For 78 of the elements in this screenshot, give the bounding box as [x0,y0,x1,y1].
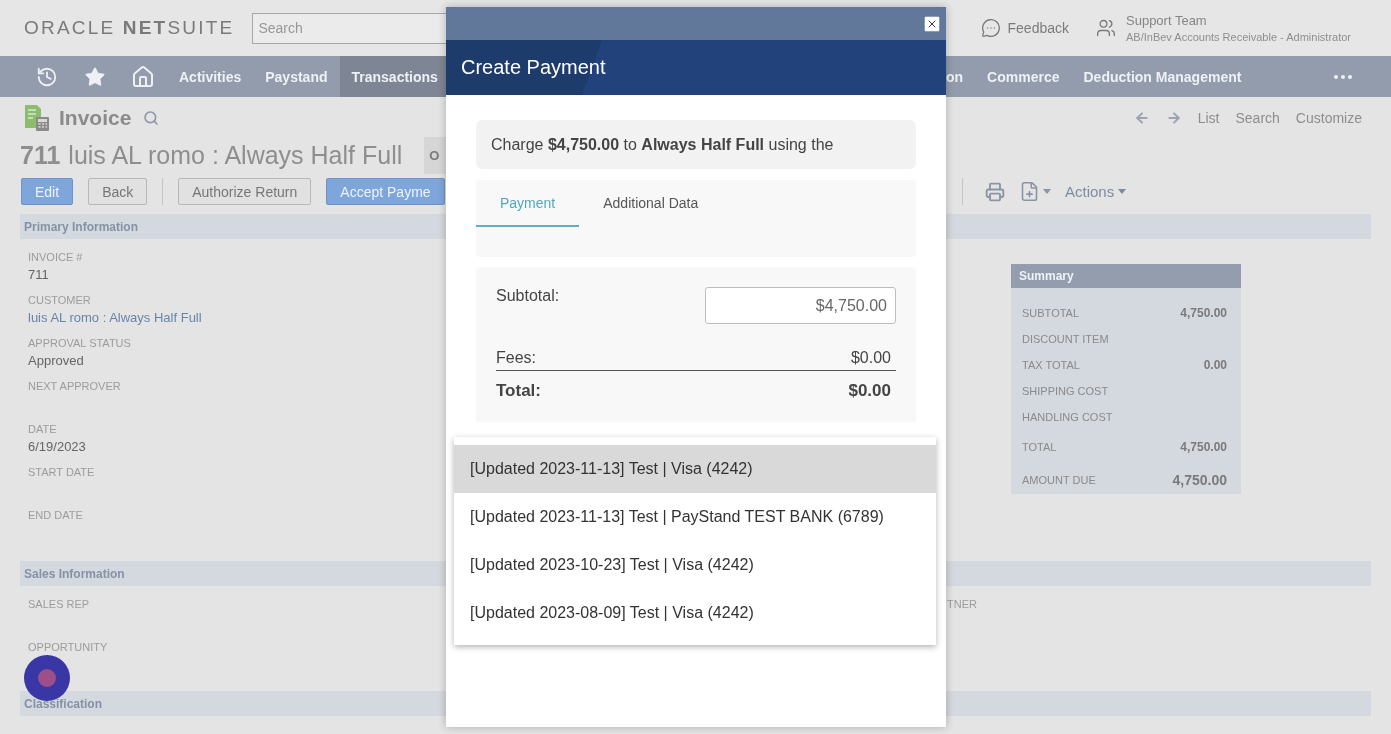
new-document-button[interactable] [1019,181,1051,202]
fees-value: $0.00 [850,348,891,368]
menu-option[interactable]: [Updated 2023-08-09] Test | Visa (4242) [454,589,936,637]
field-value: Approved [28,352,84,370]
field-label: NEXT APPROVER [28,379,121,393]
caret-icon [1043,189,1051,194]
field-value: 711 [28,266,49,284]
chat-button[interactable] [24,655,70,701]
record-number: 711 [20,141,61,170]
fees-label: Fees: [496,348,536,368]
document-plus-icon [1019,181,1040,202]
speech-bubble-icon [980,18,1001,38]
field-label: SALES REP [28,597,90,611]
summary-value: 0.00 [1203,358,1227,372]
toolbar-button[interactable]: Accept Payme [326,178,445,205]
nav-item[interactable]: Paystand [253,56,340,97]
home-icon [131,64,155,89]
summary-label: SHIPPING COST [1022,385,1109,397]
history-icon [36,65,58,88]
toolbar-button[interactable]: Back [88,178,148,205]
summary-value: 4,750.00 [1172,472,1227,488]
nav-item[interactable]: Deduction Management [1071,56,1254,97]
close-button[interactable] [924,15,940,32]
field-value: 6/19/2023 [28,438,86,456]
summary-label: TOTAL [1022,441,1057,453]
actions-menu-button[interactable]: Actions [1065,183,1127,200]
field-label: INVOICE # [28,250,83,264]
page-link[interactable]: List [1197,110,1220,126]
field-link[interactable]: luis AL romo : Always Half Full [28,309,202,327]
toolbar-button[interactable]: Edit [21,178,74,205]
dialog-title: Create Payment [446,40,946,95]
search-button[interactable] [143,110,160,126]
record-type-title: Invoice [59,106,132,130]
nav-item[interactable]: Commerce [975,56,1072,97]
summary-label: AMOUNT DUE [1022,474,1096,486]
summary-label: HANDLING COST [1022,411,1113,423]
charge-summary: Charge $4,750.00 to Always Half Full using the [476,120,916,169]
caret-icon [1118,189,1127,194]
total-value: $0.00 [848,381,891,401]
subtotal-input[interactable]: $4,750.00 [705,287,896,324]
user-name: Support Team [1126,13,1208,28]
page-link[interactable]: Customize [1295,110,1362,126]
next-button[interactable] [1165,110,1182,126]
invoice-document-icon [24,104,50,132]
previous-button[interactable] [1133,110,1150,126]
tab[interactable]: Payment [476,180,580,227]
more-icon [1334,74,1352,79]
search-icon [143,110,160,126]
feedback-link[interactable]: Feedback [980,18,1069,38]
field-label: START DATE [28,465,95,479]
summary-value: 4,750.00 [1180,306,1227,320]
menu-option[interactable]: [Updated 2023-11-13] Test | PayStand TEST BANK (6789) [454,493,936,541]
summary-value: 4,750.00 [1180,440,1227,454]
dot-icon [38,669,56,687]
users-icon [1096,18,1116,38]
field-label: OPPORTUNITY [28,640,108,654]
field-label: CUSTOMER [28,293,91,307]
subtotal-label: Subtotal: [496,287,560,305]
logo: ORACLE NETSUITE [24,17,235,39]
menu-option[interactable]: [Updated 2023-11-13] Test | Visa (4242) [454,445,936,493]
print-button[interactable] [985,181,1005,202]
summary-label: DISCOUNT ITEM [1022,333,1109,345]
menu-option[interactable]: [Updated 2023-10-23] Test | Visa (4242) [454,541,936,589]
summary-label: SUBTOTAL [1022,307,1080,319]
record-name: luis AL romo : Always Half Full [68,141,403,170]
summary-header: Summary [1011,264,1241,288]
field-label: APPROVAL STATUS [28,336,131,350]
nav-item[interactable]: Activities [167,56,254,97]
printer-icon [985,181,1005,202]
toolbar-button[interactable]: Authorize Return [178,178,312,205]
star-icon [84,65,106,88]
field-label: TNER [947,597,977,611]
total-label: Total: [496,381,541,401]
field-label: END DATE [28,508,83,522]
page-link[interactable]: Search [1235,110,1280,126]
summary-label: TAX TOTAL [1022,359,1080,371]
user-role: AB/InBev Accounts Receivable - Administrator [1126,31,1351,43]
field-label: DATE [28,422,57,436]
